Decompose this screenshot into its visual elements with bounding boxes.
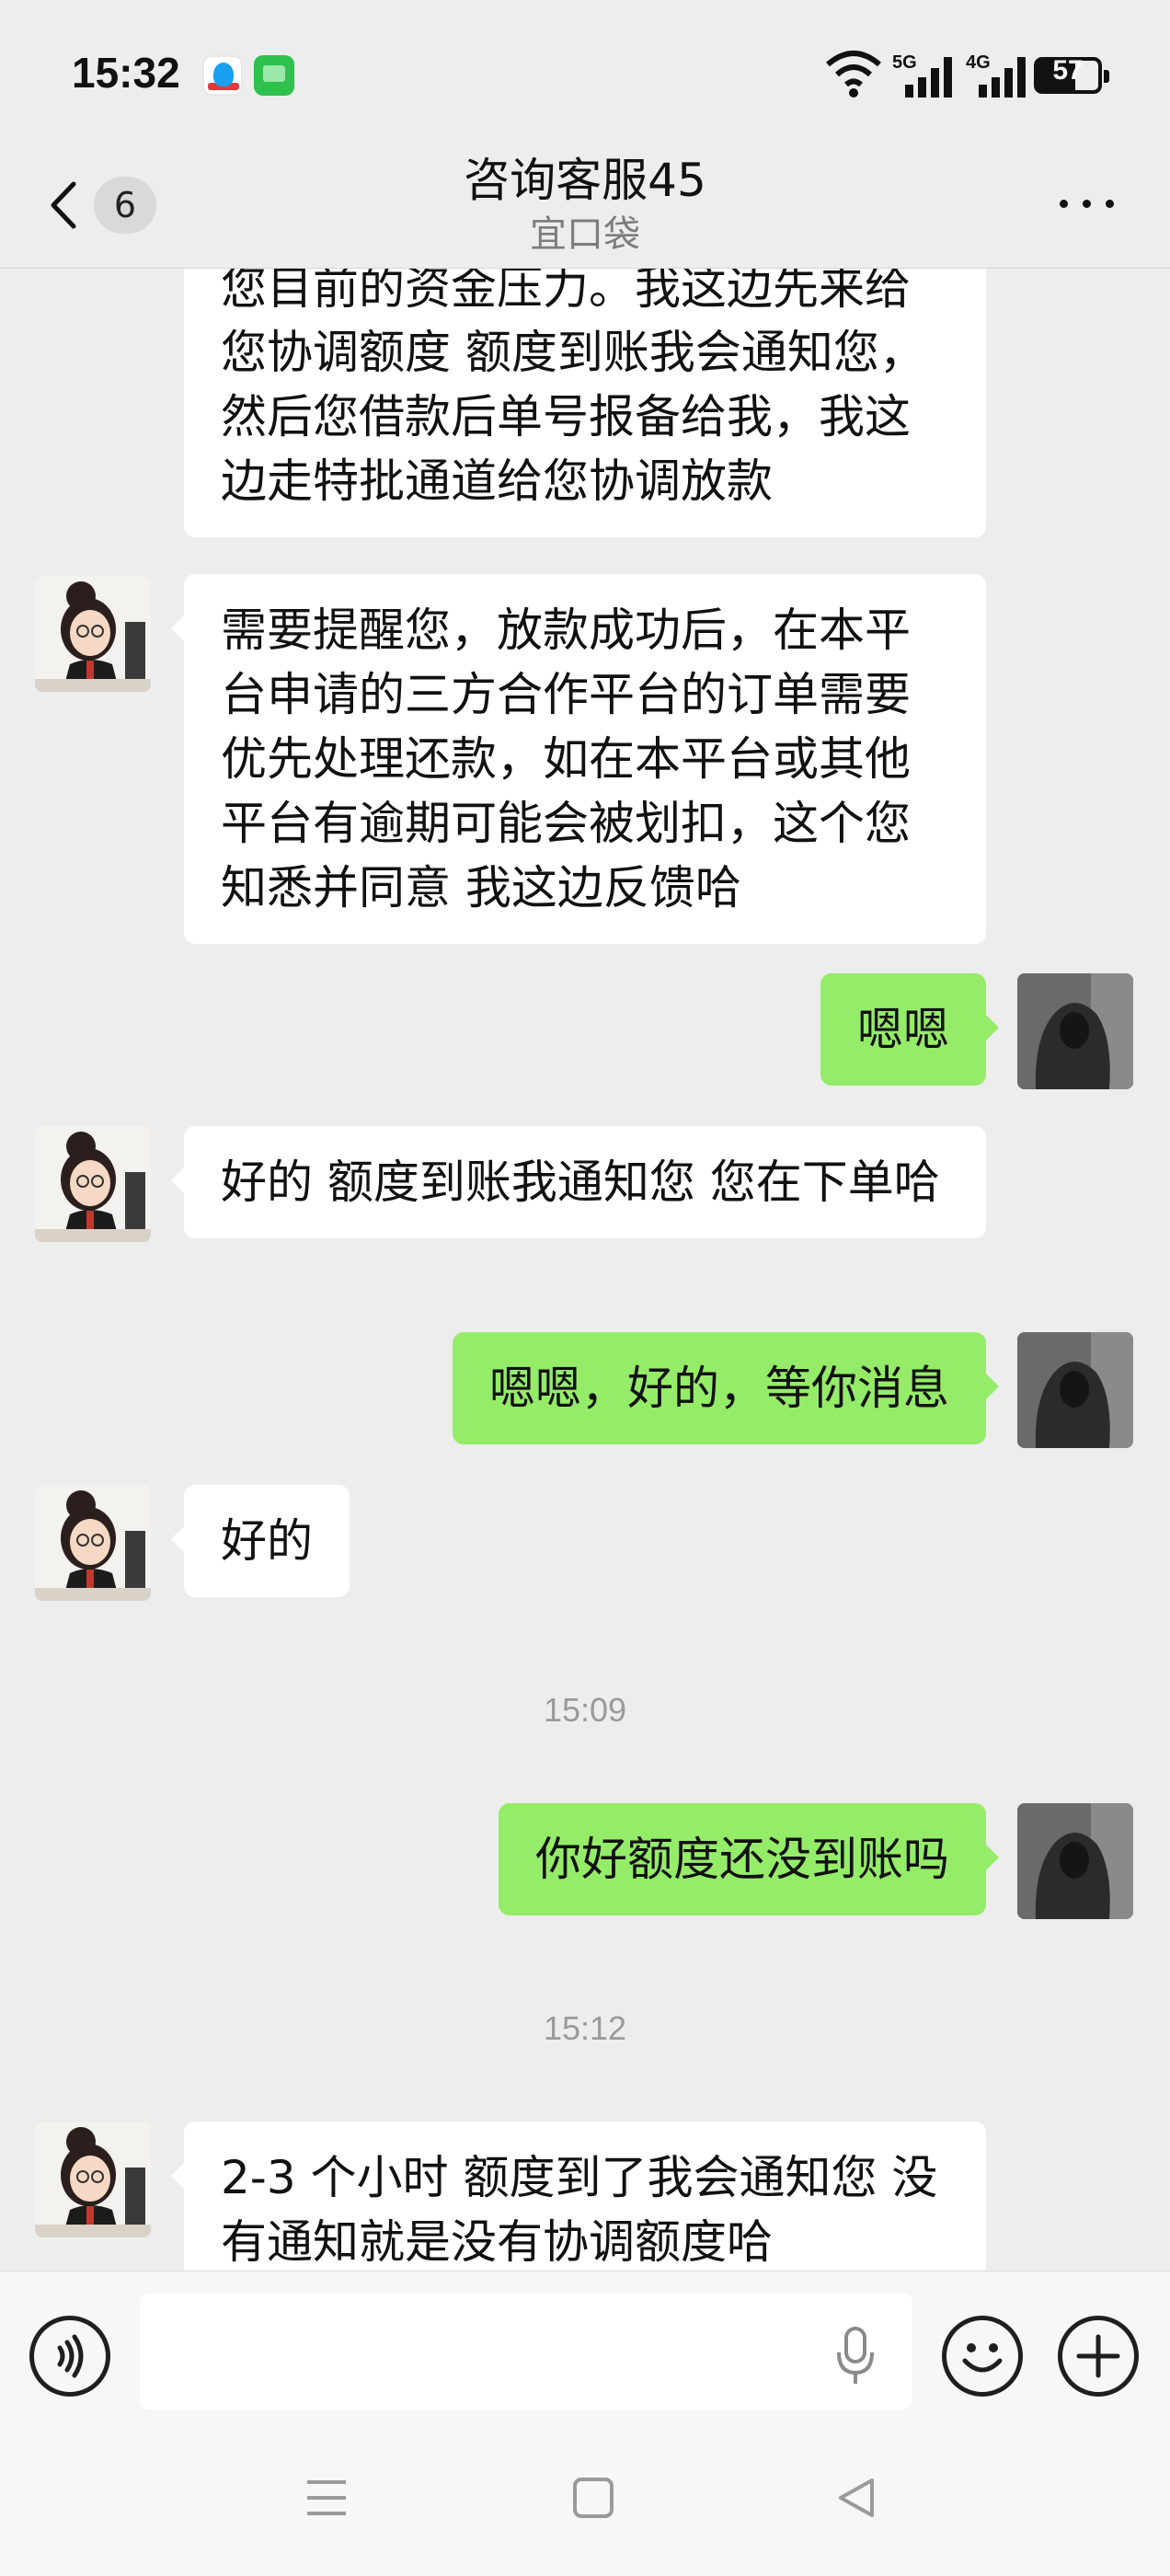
avatar-image [35, 576, 151, 692]
avatar-image [35, 1485, 151, 1601]
battery-level: 57 [1052, 55, 1084, 86]
menu-icon[interactable] [304, 2475, 350, 2521]
input-bar [0, 2271, 1170, 2420]
message-timestamp: 15:09 [543, 1691, 627, 1729]
emoji-button[interactable] [942, 2316, 1023, 2397]
plus-button[interactable] [1058, 2316, 1139, 2397]
avatar-image [1017, 1332, 1133, 1448]
battery-icon: 57 [1034, 55, 1109, 94]
chat-title: 咨询客服45 [464, 154, 706, 207]
message-bubble-sent[interactable]: 你好额度还没到账吗 [499, 1803, 999, 1915]
avatar-image [35, 1126, 151, 1242]
agent-avatar[interactable] [35, 2122, 151, 2237]
message-bubble-received[interactable]: 您目前的资金压力。我这边先来给您协调额度 额度到账我会通知您，然后您借款后单号报… [184, 269, 986, 537]
message-timestamp: 15:12 [543, 2009, 627, 2047]
message-text: 2-3 个小时 额度到了我会通知您 没有通知就是没有协调额度哈 [221, 2151, 938, 2269]
qq-app-icon [202, 55, 243, 96]
voice-icon [57, 2334, 84, 2378]
chat-subtitle: 宜口袋 [530, 213, 640, 256]
wifi-icon [826, 51, 881, 98]
my-avatar[interactable] [1017, 1332, 1133, 1448]
chat-header: 咨询客服45 宜口袋 6 [0, 138, 1170, 269]
my-avatar[interactable] [1017, 973, 1133, 1089]
svg-text:4G: 4G [966, 52, 991, 73]
message-bubble-sent[interactable]: 嗯嗯，好的，等你消息 [453, 1332, 999, 1444]
my-avatar[interactable] [1017, 1803, 1133, 1919]
message-text: 好的 [221, 1514, 313, 1568]
message-input[interactable] [140, 2294, 912, 2409]
back-button[interactable]: 6 [35, 171, 164, 236]
plus-icon [1076, 2334, 1120, 2378]
home-icon[interactable] [570, 2475, 616, 2521]
message-bubble-received[interactable]: 2-3 个小时 额度到了我会通知您 没有通知就是没有协调额度哈 [171, 2122, 986, 2271]
more-dots-icon [1060, 200, 1068, 208]
agent-avatar[interactable] [35, 1126, 151, 1242]
avatar-image [35, 2122, 151, 2237]
avatar-image [1017, 973, 1133, 1089]
voice-button[interactable] [29, 2316, 110, 2397]
message-text: 你好额度还没到账吗 [535, 1833, 949, 1886]
cellular-4g-icon: 4G [966, 52, 1026, 98]
message-text: 好的 额度到账我通知您 您在下单哈 [221, 1156, 940, 1209]
chevron-left-icon [51, 181, 76, 229]
back-triangle-icon[interactable] [833, 2475, 879, 2521]
message-bubble-received[interactable]: 需要提醒您，放款成功后，在本平台申请的三方合作平台的订单需要优先处理还款，如在本… [171, 574, 986, 944]
status-bar: 15:32 5G 4G 57 [0, 0, 1170, 152]
message-text: 嗯嗯，好的，等你消息 [489, 1362, 949, 1415]
message-bubble-received[interactable]: 好的 额度到账我通知您 您在下单哈 [171, 1126, 986, 1238]
message-text: 您目前的资金压力。我这边先来给您协调额度 额度到账我会通知您，然后您借款后单号报… [221, 269, 925, 508]
more-options-button[interactable] [1058, 190, 1117, 217]
message-bubble-sent[interactable]: 嗯嗯 [820, 973, 999, 1086]
avatar-image [1017, 1803, 1133, 1919]
system-navigation-bar [0, 2420, 1170, 2576]
svg-text:5G: 5G [892, 52, 917, 73]
status-time: 15:32 [72, 49, 180, 97]
agent-avatar[interactable] [35, 1485, 151, 1601]
message-text: 嗯嗯 [857, 1003, 949, 1056]
messages-app-icon [254, 55, 294, 96]
agent-avatar[interactable] [35, 576, 151, 692]
message-text: 需要提醒您，放款成功后，在本平台申请的三方合作平台的订单需要优先处理还款，如在本… [221, 604, 911, 914]
chat-messages[interactable]: 您目前的资金压力。我这边先来给您协调额度 额度到账我会通知您，然后您借款后单号报… [0, 269, 1170, 2271]
emoji-icon [962, 2343, 1003, 2373]
message-bubble-received[interactable]: 好的 [171, 1485, 350, 1597]
cellular-5g-icon: 5G [892, 52, 952, 98]
mic-icon[interactable] [832, 2325, 879, 2387]
unread-count-badge: 6 [94, 177, 156, 234]
